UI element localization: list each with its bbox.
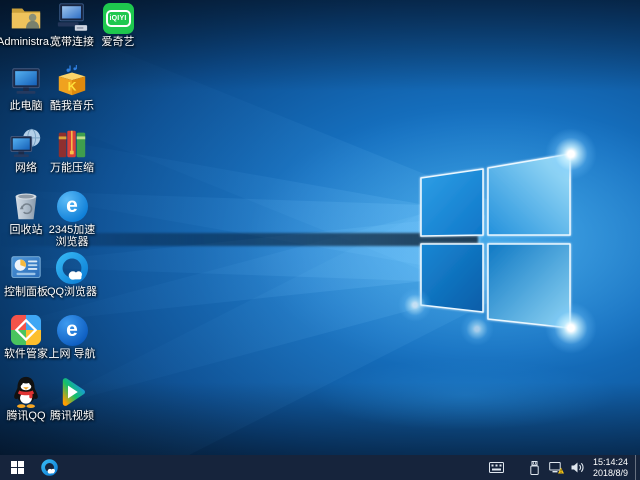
broadband-connection-icon [54,0,90,36]
desktop-icon-network[interactable]: 网络 [0,126,52,175]
desktop-icon-label: 宽带连接 [50,36,94,48]
tencent-qq-icon [8,374,44,410]
desktop-icon-broadband[interactable]: 宽带连接 [46,0,98,49]
software-manager-icon [8,312,44,348]
desktop-icon-label: 2345加速浏览器 [48,224,96,248]
desktop-icon-label: 万能压缩 [50,162,94,174]
show-desktop-button[interactable] [635,455,640,480]
desktop-icon-2345-browser[interactable]: e 2345加速浏览器 [46,188,98,248]
desktop-icon-tencent-qq[interactable]: 腾讯QQ [0,374,52,423]
web-navigation-icon: e [54,312,90,348]
taskbar-clock[interactable]: 15:14:24 2018/8/9 [593,457,628,478]
desktop-icon-recycle-bin[interactable]: 回收站 [0,188,52,237]
volume-icon[interactable] [571,460,586,476]
iqiyi-icon: iQIYI [100,0,136,36]
desktop-icon-kuwo-music[interactable]: K 酷我音乐 [46,64,98,113]
this-pc-icon [8,64,44,100]
desktop-icon-label: 爱奇艺 [101,36,135,48]
desktop-icon-qq-browser[interactable]: QQ浏览器 [46,250,98,299]
desktop-icon-control-panel[interactable]: 控制面板 [0,250,52,299]
taskbar-qq-browser-button[interactable] [34,455,64,480]
desktop-icon-label: 回收站 [9,224,43,236]
desktop-icon-user-folder[interactable]: Administra... [0,0,58,49]
desktop-icon-this-pc[interactable]: 此电脑 [0,64,52,113]
user-folder-icon [8,0,44,36]
svg-text:K: K [68,80,77,94]
desktop-icon-label: 酷我音乐 [50,100,94,112]
desktop-icon-label: 网络 [15,162,37,174]
desktop-icon-label: 上网 导航 [48,348,96,360]
desktop-icon-label: QQ浏览器 [46,286,98,298]
control-panel-icon [8,250,44,286]
recycle-bin-icon [8,188,44,224]
taskbar: 15:14:24 2018/8/9 [0,455,640,480]
desktop-icon-wanneng-archiver[interactable]: 万能压缩 [46,126,98,175]
clock-date: 2018/8/9 [592,467,628,478]
windows-flag-icon [10,461,24,474]
desktop-icon-label: 软件管家 [4,348,48,360]
desktop-icon-web-navigation[interactable]: e 上网 导航 [46,312,98,361]
desktop-icon-label: 腾讯视频 [50,410,94,422]
desktop-icon-label: 腾讯QQ [6,410,46,422]
kuwo-music-icon: K [54,64,90,100]
tencent-video-icon [54,374,90,410]
network-warning-icon[interactable] [549,460,564,476]
desktop-icon-software-manager[interactable]: 软件管家 [0,312,52,361]
desktop-icon-label: 控制面板 [4,286,48,298]
qq-browser-icon [54,250,90,286]
desktop-icon-label: 此电脑 [9,100,43,112]
windows-logo [420,153,571,329]
desktop-icon-tencent-video[interactable]: 腾讯视频 [46,374,98,423]
system-tray [488,460,586,476]
network-icon [8,126,44,162]
usb-device-icon[interactable] [527,460,542,476]
touch-keyboard-icon[interactable] [488,460,504,476]
qq-browser-icon [40,459,58,476]
desktop-icon-iqiyi[interactable]: iQIYI 爱奇艺 [92,0,144,49]
floor-glow [250,345,640,445]
clock-time: 15:14:24 [592,457,628,467]
windows-desktop: Administra... 宽带连接 iQIYI 爱奇艺 此电脑 K 酷我音乐 … [0,0,640,480]
wanneng-archiver-icon [54,126,90,162]
start-button[interactable] [0,455,34,480]
2345-browser-icon: e [54,188,90,224]
